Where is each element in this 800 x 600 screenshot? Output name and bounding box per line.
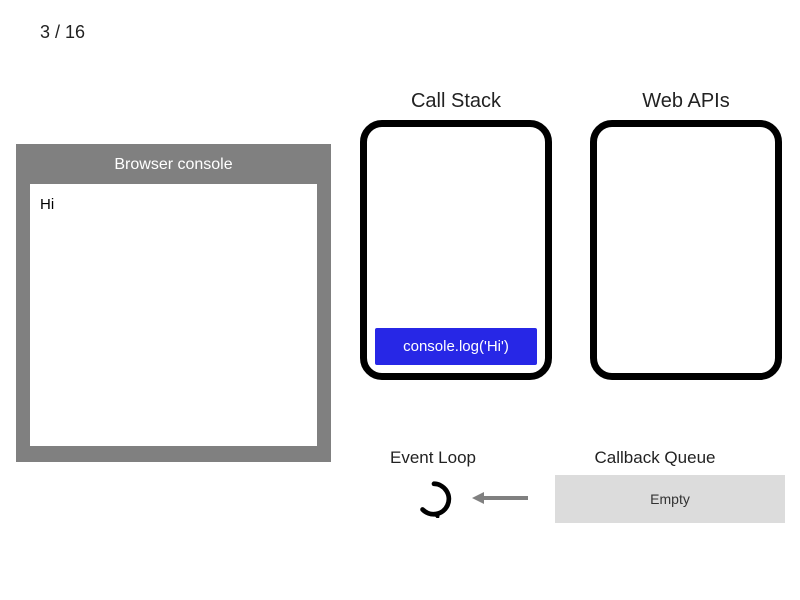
callback-queue-empty-label: Empty <box>650 491 690 507</box>
browser-console-output: Hi <box>30 184 317 446</box>
webapis-heading: Web APIs <box>590 90 782 113</box>
browser-console-panel: Browser console Hi <box>16 144 331 462</box>
callback-queue-heading: Callback Queue <box>570 448 740 468</box>
event-loop-icon <box>415 480 453 518</box>
callstack-heading: Call Stack <box>360 90 552 113</box>
callstack-box: console.log('Hi') <box>360 120 552 380</box>
step-indicator: 3 / 16 <box>40 22 85 43</box>
callback-queue-box: Empty <box>555 475 785 523</box>
browser-console-title: Browser console <box>16 144 331 184</box>
console-line: Hi <box>40 196 307 213</box>
eventloop-heading: Event Loop <box>378 448 488 468</box>
webapis-box <box>590 120 782 380</box>
callstack-frame: console.log('Hi') <box>375 328 537 365</box>
arrow-left-icon <box>470 490 530 506</box>
